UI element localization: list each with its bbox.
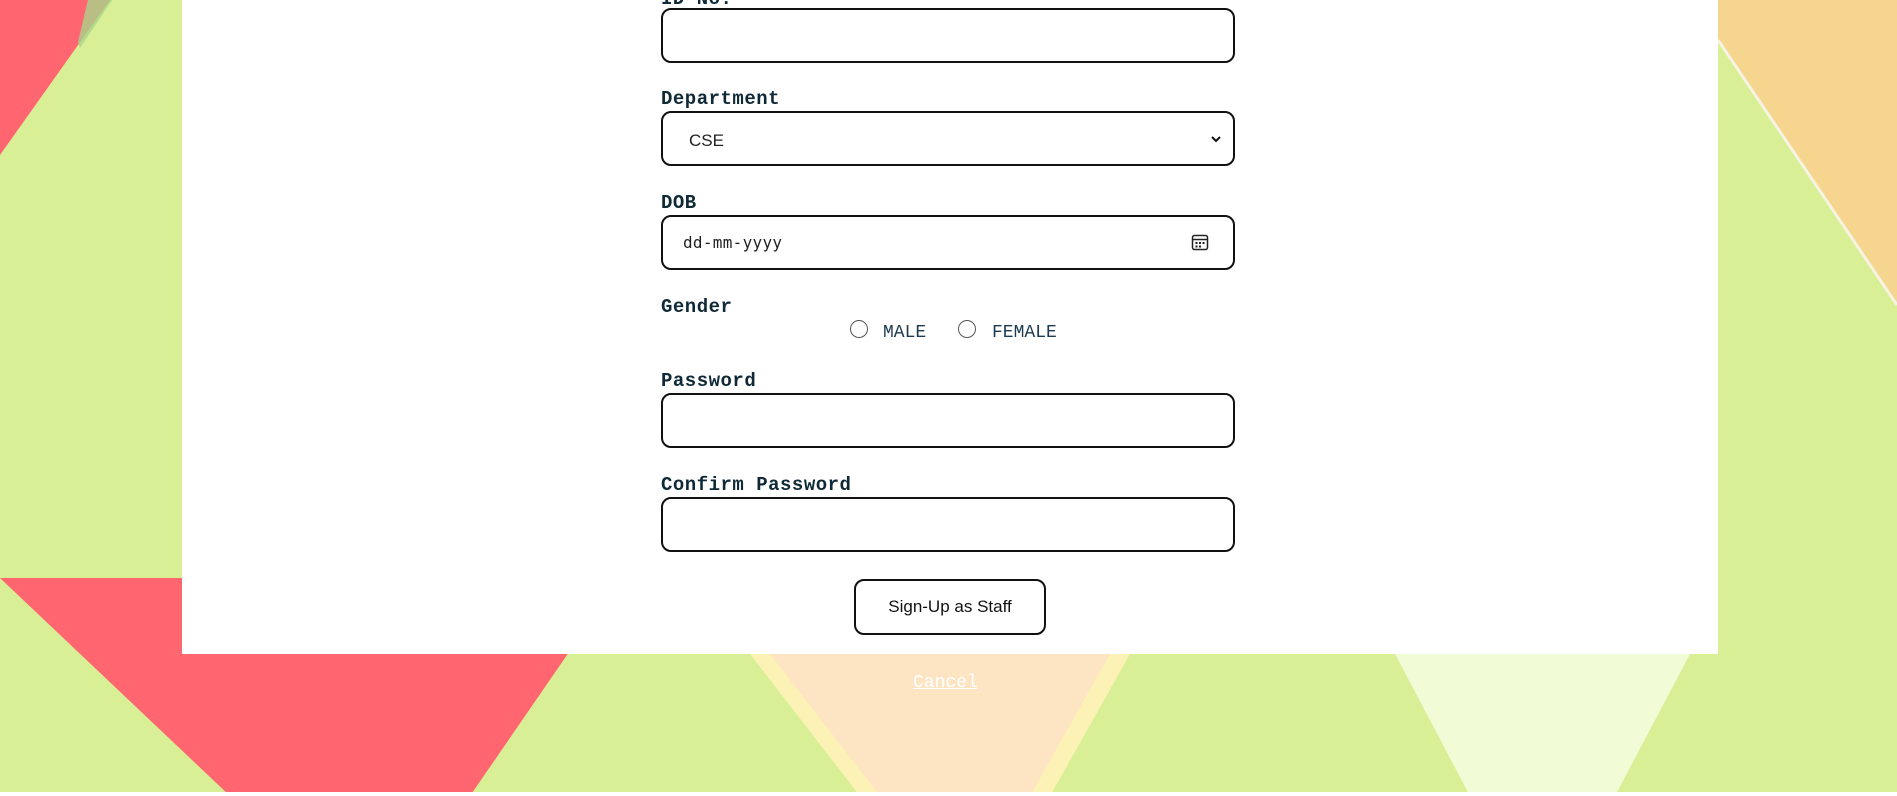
password-field[interactable]	[663, 395, 1233, 446]
dob-placeholder: dd-mm-yyyy	[683, 233, 783, 252]
cancel-link[interactable]: Cancel	[913, 673, 978, 693]
chevron-down-icon	[1211, 136, 1221, 143]
department-selected-value: CSE	[689, 131, 724, 150]
dob-label: DOB	[661, 192, 697, 214]
department-select[interactable]: CSE	[661, 111, 1235, 166]
dob-input[interactable]: dd-mm-yyyy	[661, 215, 1235, 270]
female-radio-label: FEMALE	[992, 323, 1057, 343]
department-label: Department	[661, 88, 781, 110]
password-input[interactable]	[661, 393, 1235, 448]
password-label: Password	[661, 370, 757, 392]
signup-staff-button[interactable]: Sign-Up as Staff	[854, 579, 1046, 635]
id-no-field[interactable]	[663, 10, 1233, 61]
male-radio-label: MALE	[883, 323, 927, 343]
male-radio[interactable]	[850, 320, 868, 338]
calendar-icon[interactable]	[1191, 233, 1209, 251]
signup-card	[182, 0, 1718, 654]
gender-label: Gender	[661, 296, 733, 318]
confirm-password-label: Confirm Password	[661, 474, 852, 496]
id-no-input[interactable]	[661, 8, 1235, 63]
female-radio[interactable]	[958, 320, 976, 338]
confirm-password-field[interactable]	[663, 499, 1233, 550]
confirm-password-input[interactable]	[661, 497, 1235, 552]
